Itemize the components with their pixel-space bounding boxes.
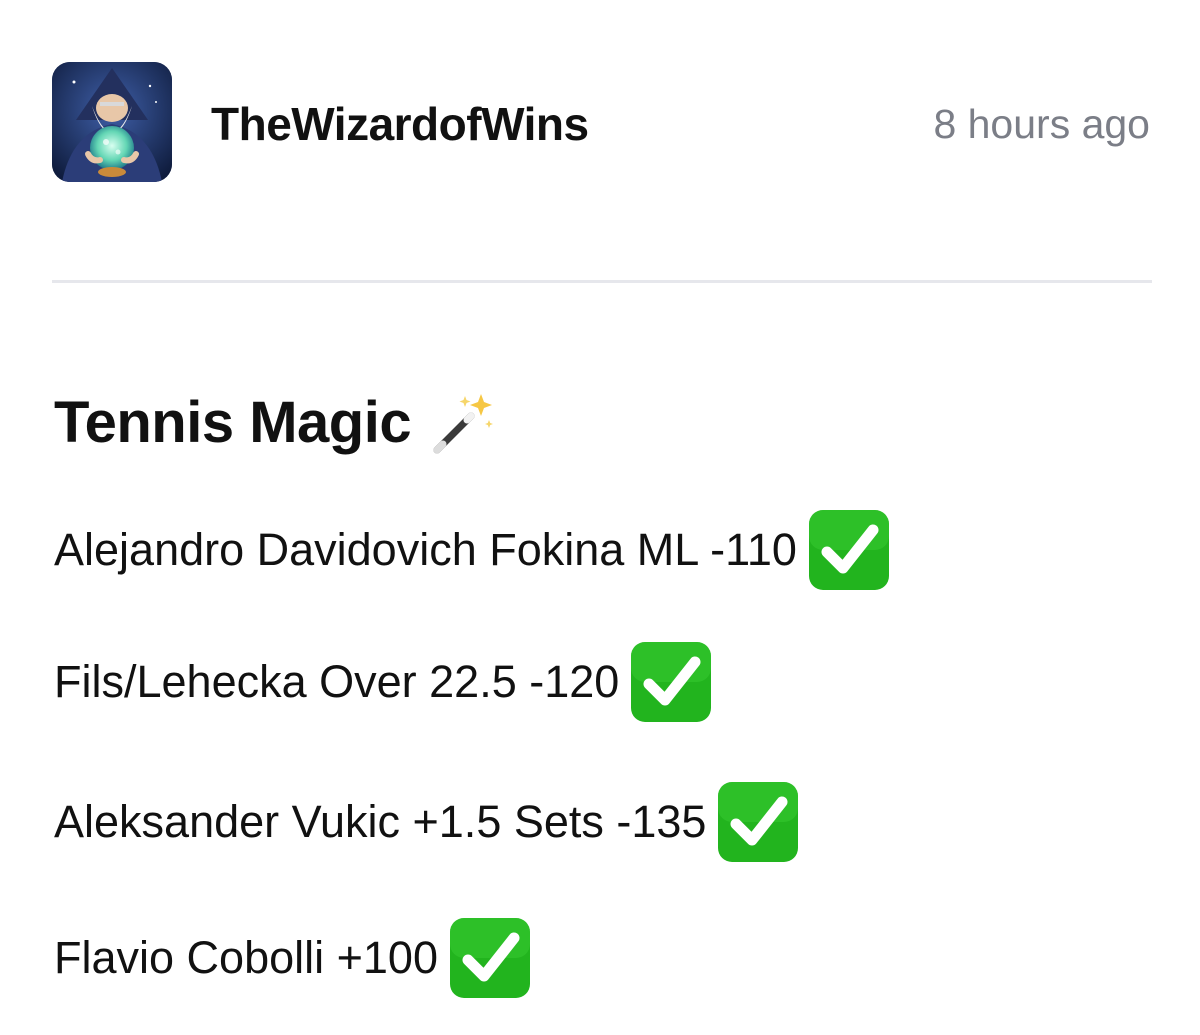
pick-text: Flavio Cobolli +100 [54, 932, 438, 983]
username[interactable]: TheWizardofWins [211, 96, 589, 152]
post-title: Tennis Magic [54, 390, 412, 455]
pick-text: Alejandro Davidovich Fokina ML -110 [54, 524, 797, 575]
magic-wand-icon [429, 388, 499, 458]
pick-text: Fils/Lehecka Over 22.5 -120 [54, 656, 620, 707]
avatar[interactable] [52, 62, 172, 182]
wizard-avatar-image [52, 62, 172, 182]
check-mark-icon [629, 640, 713, 724]
pick-item: Flavio Cobolli +100 [54, 916, 532, 1000]
post-timestamp: 8 hours ago [933, 101, 1150, 147]
pick-item: Alejandro Davidovich Fokina ML -110 [54, 508, 891, 592]
post-header: TheWizardofWins 8 hours ago [52, 62, 1150, 184]
pick-text: Aleksander Vukic +1.5 Sets -135 [54, 796, 707, 847]
check-mark-icon [448, 916, 532, 1000]
check-mark-icon [807, 508, 891, 592]
pick-item: Aleksander Vukic +1.5 Sets -135 [54, 780, 800, 864]
pick-item: Fils/Lehecka Over 22.5 -120 [54, 640, 713, 724]
post-title-row: Tennis Magic [54, 388, 499, 458]
check-mark-icon [716, 780, 800, 864]
post-card: TheWizardofWins 8 hours ago Tennis Magic… [0, 0, 1200, 1035]
divider [52, 280, 1152, 283]
